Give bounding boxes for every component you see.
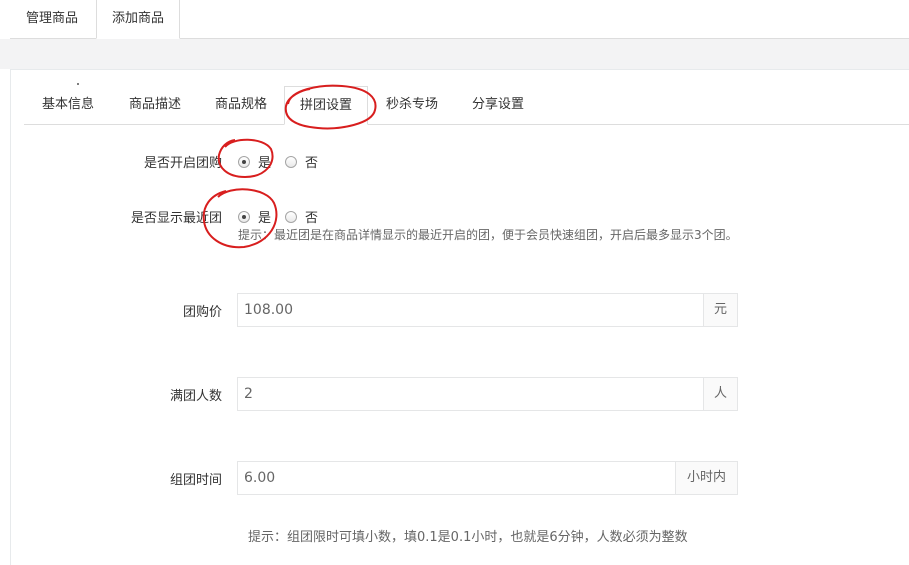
tab-manage-products[interactable]: 管理商品	[10, 0, 94, 38]
group-time-label: 组团时间	[169, 473, 222, 488]
group-size-label: 满团人数	[169, 389, 222, 404]
tab-product-description[interactable]: 商品描述	[115, 86, 195, 124]
group-price-unit: 元	[703, 294, 737, 326]
tab-basic-info[interactable]: 基本信息	[28, 86, 108, 124]
group-size-input[interactable]	[238, 378, 703, 410]
group-buy-yes-label[interactable]: 是	[258, 152, 271, 171]
show-recent-no-radio[interactable]	[285, 211, 297, 223]
group-buy-yes-radio[interactable]	[238, 156, 250, 168]
tab-flash-sale[interactable]: 秒杀专场	[372, 86, 452, 124]
group-time-field: 小时内	[237, 461, 738, 495]
tab-add-product[interactable]: 添加商品	[96, 0, 180, 39]
content-background	[0, 39, 909, 69]
show-recent-yes-radio[interactable]	[238, 211, 250, 223]
tab-group-buy-settings[interactable]: 拼团设置	[284, 86, 368, 125]
group-buy-no-radio[interactable]	[285, 156, 297, 168]
group-price-input[interactable]	[238, 294, 703, 326]
show-recent-label: 是否显示最近团	[130, 211, 222, 226]
group-time-unit: 小时内	[675, 462, 737, 494]
tab-product-specs[interactable]: 商品规格	[201, 86, 281, 124]
group-price-field: 元	[237, 293, 738, 327]
tab-share-settings[interactable]: 分享设置	[458, 86, 538, 124]
group-size-unit: 人	[703, 378, 737, 410]
group-size-field: 人	[237, 377, 738, 411]
group-buy-no-label[interactable]: 否	[305, 152, 318, 171]
stray-dot	[77, 83, 79, 85]
group-time-input[interactable]	[238, 462, 675, 494]
group-time-hint: 提示：组团限时可填小数，填0.1是0.1小时，也就是6分钟，人数必须为整数	[248, 530, 688, 545]
show-recent-hint: 提示：最近团是在商品详情显示的最近开启的团，便于会员快速组团，开启后最多显示3个…	[238, 228, 738, 242]
show-recent-no-label[interactable]: 否	[305, 207, 318, 226]
inner-tab-bar: 基本信息 商品描述 商品规格 拼团设置 秒杀专场 分享设置	[24, 86, 909, 125]
top-tab-bar: 管理商品 添加商品	[10, 0, 909, 39]
group-buy-label: 是否开启团购	[143, 156, 222, 171]
show-recent-yes-label[interactable]: 是	[258, 207, 271, 226]
group-price-label: 团购价	[182, 305, 222, 320]
